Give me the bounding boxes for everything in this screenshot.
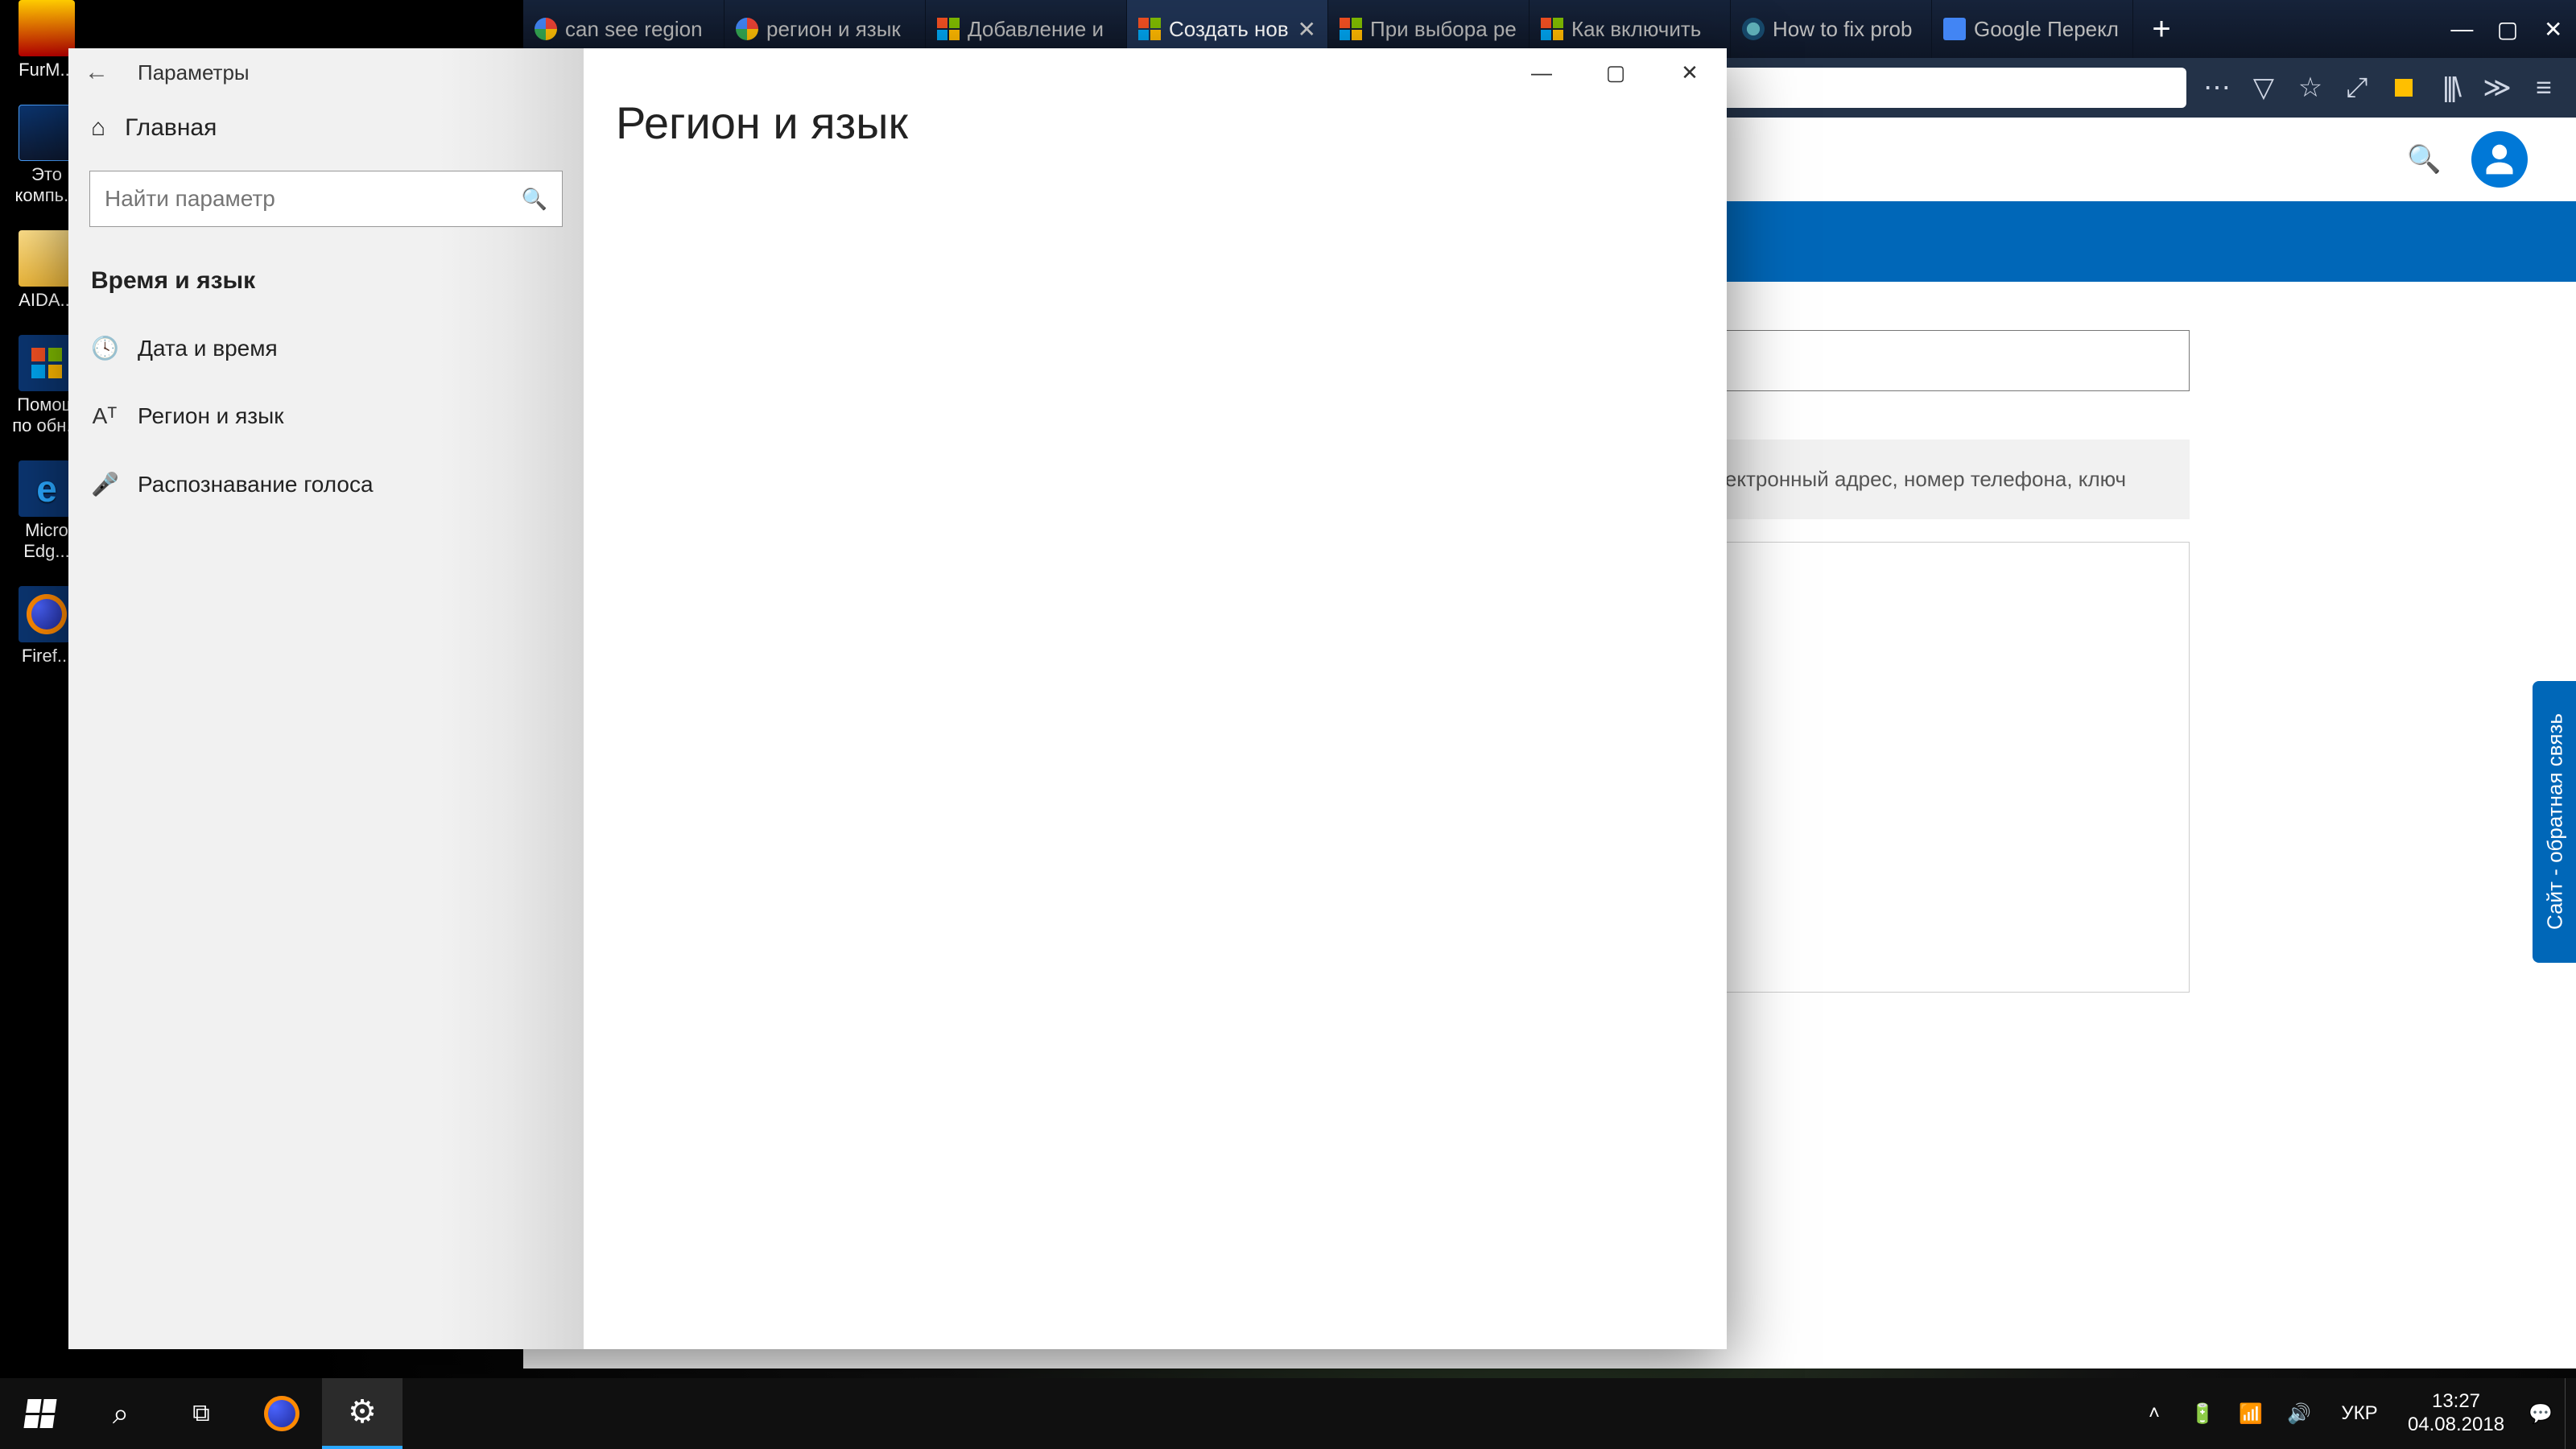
task-view-button[interactable]: ⧉ [161, 1378, 242, 1449]
settings-category-label: Время и язык [68, 256, 584, 314]
settings-home[interactable]: ⌂ Главная [68, 97, 584, 159]
show-desktop-button[interactable] [2565, 1378, 2576, 1449]
action-center-icon[interactable]: 💬 [2516, 1402, 2565, 1426]
tab-close-icon[interactable]: ✕ [1298, 16, 1316, 43]
taskbar-search-button[interactable]: ⌕ [80, 1378, 161, 1449]
settings-content: — ▢ ✕ Регион и язык [584, 48, 1727, 1349]
container-icon[interactable] [2388, 72, 2420, 104]
settings-maximize-button[interactable]: ▢ [1579, 48, 1653, 97]
pocket-icon[interactable]: ▽ [2248, 72, 2280, 104]
tray-language[interactable]: УКР [2323, 1402, 2396, 1425]
tab-label: Создать нов [1169, 17, 1289, 42]
start-button[interactable] [0, 1378, 80, 1449]
menu-icon[interactable]: ≡ [2528, 72, 2560, 104]
taskbar-firefox[interactable] [242, 1378, 322, 1449]
tray-clock[interactable]: 13:27 04.08.2018 [2396, 1390, 2516, 1437]
tray-wifi-icon[interactable]: 📶 [2227, 1402, 2275, 1426]
browser-minimize-button[interactable]: — [2439, 0, 2485, 58]
taskbar: ⌕ ⧉ ⚙ ˄ 🔋 📶 🔊 УКР 13:27 04.08.2018 💬 [0, 1378, 2576, 1449]
browser-maximize-button[interactable]: ▢ [2485, 0, 2531, 58]
gear-icon [1742, 18, 1765, 40]
tab-label: can see region [565, 17, 703, 42]
tray-volume-icon[interactable]: 🔊 [2275, 1402, 2323, 1426]
new-tab-button[interactable]: + [2133, 0, 2190, 58]
browser-close-button[interactable]: ✕ [2530, 0, 2576, 58]
microsoft-icon [1541, 18, 1563, 40]
browser-tab-7[interactable]: Google Перекл [1932, 0, 2133, 58]
library-icon[interactable]: |||\ [2434, 72, 2467, 104]
settings-sidebar: ← Параметры ⌂ Главная 🔍 Время и язык 🕓 Да… [68, 48, 584, 1349]
tab-label: Как включить [1571, 17, 1701, 42]
microsoft-icon [1340, 18, 1362, 40]
region-language-icon: Aᵀ [91, 403, 118, 429]
settings-item-date-time[interactable]: 🕓 Дата и время [68, 314, 584, 382]
account-avatar[interactable] [2471, 131, 2528, 188]
home-icon: ⌂ [91, 114, 105, 142]
tab-label: How to fix prob [1773, 17, 1912, 42]
settings-search[interactable]: 🔍 [89, 171, 563, 227]
tray-overflow[interactable]: ˄ [2130, 1402, 2178, 1425]
tab-label: При выбора ре [1370, 17, 1517, 42]
fullscreen-icon[interactable]: ⤢ [2341, 72, 2373, 104]
settings-home-label: Главная [125, 114, 217, 142]
taskbar-settings[interactable]: ⚙ [322, 1378, 402, 1449]
settings-item-label: Регион и язык [138, 403, 283, 429]
page-search-icon[interactable]: 🔍 [2407, 143, 2439, 175]
settings-item-region-language[interactable]: Aᵀ Регион и язык [68, 382, 584, 450]
back-button[interactable]: ← [85, 59, 117, 86]
google-icon [736, 18, 758, 40]
tab-label: Google Перекл [1974, 17, 2119, 42]
feedback-tab[interactable]: Сайт - обратная связь [2533, 681, 2576, 963]
browser-tab-6[interactable]: How to fix prob [1731, 0, 1932, 58]
feedback-label: Сайт - обратная связь [2543, 714, 2568, 931]
microsoft-icon [1138, 18, 1161, 40]
settings-window-title: Параметры [138, 60, 250, 85]
settings-minimize-button[interactable]: — [1505, 48, 1579, 97]
tab-label: регион и язык [766, 17, 901, 42]
search-icon: 🔍 [522, 187, 547, 212]
speech-icon: 🎤 [91, 471, 118, 497]
microsoft-icon [937, 18, 960, 40]
tray-time: 13:27 [2396, 1390, 2516, 1414]
page-hint-text: как электронный адрес, номер телефона, к… [1666, 467, 2126, 491]
translate-icon [1943, 18, 1966, 40]
bookmark-icon[interactable]: ☆ [2294, 72, 2326, 104]
settings-close-button[interactable]: ✕ [1653, 48, 1727, 97]
tray-date: 04.08.2018 [2396, 1414, 2516, 1437]
tab-label: Добавление и [968, 17, 1104, 42]
settings-item-speech[interactable]: 🎤 Распознавание голоса [68, 450, 584, 518]
tray-battery-icon[interactable]: 🔋 [2178, 1402, 2227, 1426]
more-icon[interactable]: ⋯ [2201, 72, 2233, 104]
overflow-icon[interactable]: ≫ [2481, 72, 2513, 104]
settings-item-label: Распознавание голоса [138, 472, 374, 497]
google-icon [535, 18, 557, 40]
date-time-icon: 🕓 [91, 335, 118, 361]
settings-item-label: Дата и время [138, 336, 278, 361]
settings-search-input[interactable] [105, 186, 522, 212]
settings-window: ← Параметры ⌂ Главная 🔍 Время и язык 🕓 Да… [68, 48, 1727, 1349]
